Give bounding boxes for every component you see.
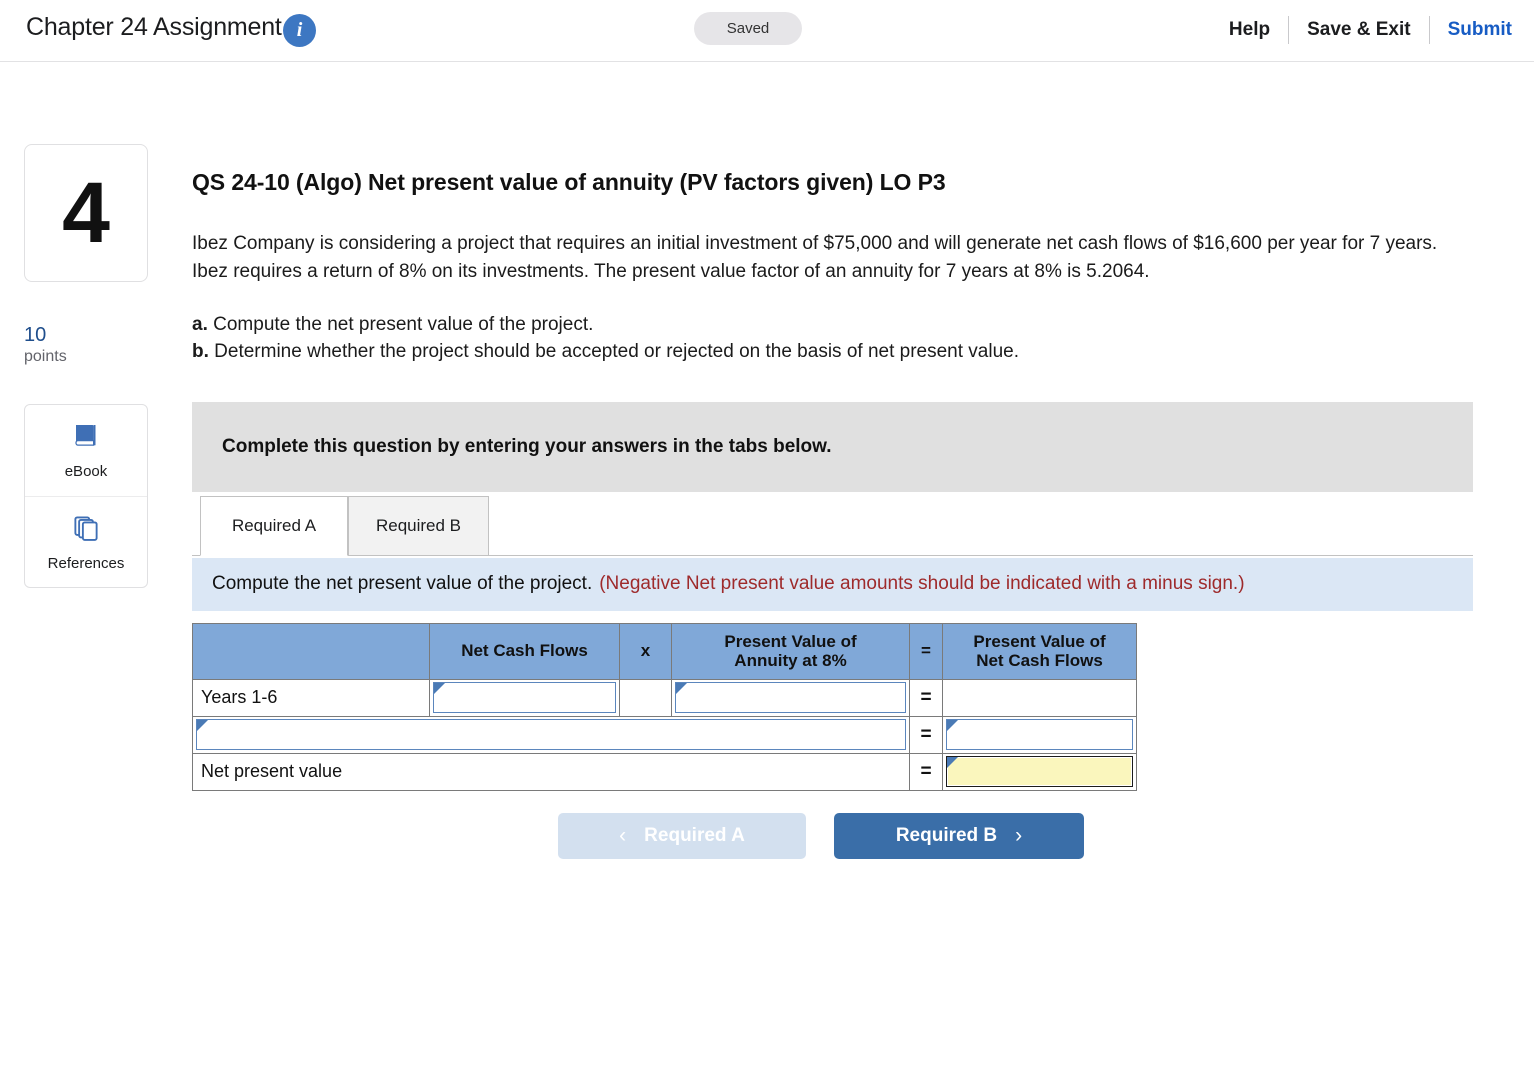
col-header-pv-ncf-line1: Present Value of <box>973 631 1106 651</box>
requirement-prompt-note: (Negative Net present value amounts shou… <box>599 573 1245 595</box>
submit-link[interactable]: Submit <box>1430 14 1512 46</box>
row-label-npv: Net present value <box>192 752 910 791</box>
requirement-nav: ‹ Required A Required B › <box>192 812 1482 859</box>
part-a-label: a. <box>192 313 208 335</box>
question-part-b: b. Determine whether the project should … <box>192 339 1482 366</box>
part-b-label: b. <box>192 340 209 362</box>
col-header-pv-net-cash-flows: Present Value of Net Cash Flows <box>942 622 1137 680</box>
app-header: Chapter 24 Assignment i Saved Help Save … <box>0 0 1534 62</box>
cell-equals-1: = <box>909 678 943 717</box>
col-header-pv-annuity-line2: Annuity at 8% <box>734 651 847 671</box>
table-row: = <box>192 715 1137 754</box>
next-requirement-label: Required B <box>895 824 998 846</box>
references-label: References <box>47 554 125 572</box>
info-icon[interactable]: i <box>283 14 316 47</box>
page-title: Chapter 24 Assignment <box>26 13 282 41</box>
points-value: 10 <box>24 324 47 346</box>
row-label-npv-text: Net present value <box>201 761 343 782</box>
question-body: Ibez Company is considering a project th… <box>192 233 1438 282</box>
col-header-pv-annuity: Present Value of Annuity at 8% <box>671 622 910 680</box>
tab-required-b-label: Required B <box>375 515 462 535</box>
col-header-equals: = <box>909 622 943 680</box>
tab-required-a-label: Required A <box>231 515 317 535</box>
cell-npv-result <box>942 752 1137 791</box>
question-content: QS 24-10 (Algo) Net present value of ann… <box>192 144 1482 859</box>
requirement-tabs: Required A Required B <box>192 495 1482 558</box>
chevron-left-icon: ‹ <box>619 823 627 847</box>
copy-pages-icon <box>71 513 101 548</box>
save-and-exit-link[interactable]: Save & Exit <box>1289 14 1429 46</box>
cell-equals-3: = <box>909 752 943 791</box>
instruction-banner: Complete this question by entering your … <box>192 401 1473 492</box>
requirement-prompt-text: Compute the net present value of the pro… <box>212 573 593 595</box>
prev-requirement-button[interactable]: ‹ Required A <box>558 812 806 859</box>
cell-operator-x <box>619 678 672 717</box>
col-header-multiply: x <box>619 622 672 680</box>
status-badge: Saved <box>694 12 802 45</box>
cell-pv-net-cash-flows-1 <box>942 678 1137 717</box>
ebook-label: eBook <box>64 463 108 480</box>
next-requirement-button[interactable]: Required B › <box>834 812 1084 859</box>
question-title: QS 24-10 (Algo) Net present value of ann… <box>192 169 946 195</box>
cell-pv-net-cash-flows-2 <box>942 715 1137 754</box>
row-label-years-text: Years 1-6 <box>201 687 278 708</box>
question-number: 4 <box>62 165 110 261</box>
col-header-pv-annuity-line1: Present Value of <box>724 631 857 651</box>
answer-table: Net Cash Flows x Present Value of Annuit… <box>192 622 1137 791</box>
question-part-a: a. Compute the net present value of the … <box>192 312 1482 339</box>
part-a-text: Compute the net present value of the pro… <box>207 313 594 335</box>
book-icon <box>71 421 101 456</box>
references-button[interactable]: References <box>25 496 147 587</box>
cell-wide-label-input <box>192 715 910 754</box>
table-row: Net present value = <box>192 752 1137 791</box>
question-rail: 4 10 points eBook References <box>24 144 148 588</box>
input-pv-annuity[interactable] <box>675 682 906 714</box>
prev-requirement-label: Required A <box>644 824 745 846</box>
input-row2-pv-ncf[interactable] <box>946 719 1133 751</box>
col-header-pv-ncf-line2: Net Cash Flows <box>976 651 1103 671</box>
question-parts: a. Compute the net present value of the … <box>192 312 1482 366</box>
input-row2-label[interactable] <box>196 719 906 751</box>
col-header-blank <box>192 622 430 680</box>
header-actions: Help Save & Exit Submit <box>1211 14 1512 46</box>
chevron-right-icon: › <box>1015 823 1023 847</box>
cell-equals-2: = <box>909 715 943 754</box>
question-number-box: 4 <box>24 144 148 282</box>
table-header-row: Net Cash Flows x Present Value of Annuit… <box>192 622 1137 680</box>
resource-toolbox: eBook References <box>24 404 148 588</box>
table-row: Years 1-6 = <box>192 678 1137 717</box>
input-net-cash-flows[interactable] <box>433 682 616 714</box>
row-label-years: Years 1-6 <box>192 678 430 717</box>
tab-required-a[interactable]: Required A <box>200 495 348 556</box>
tab-required-b[interactable]: Required B <box>348 495 489 556</box>
points-label: points <box>24 348 67 365</box>
help-link[interactable]: Help <box>1211 14 1288 46</box>
answer-table-wrap: Net Cash Flows x Present Value of Annuit… <box>192 622 1137 791</box>
part-b-text: Determine whether the project should be … <box>208 340 1019 362</box>
tab-underline <box>192 554 1473 556</box>
cell-net-cash-flows <box>429 678 620 717</box>
input-npv-result[interactable] <box>946 756 1133 788</box>
cell-pv-annuity <box>671 678 910 717</box>
col-header-net-cash-flows: Net Cash Flows <box>429 622 620 680</box>
instruction-banner-text: Complete this question by entering your … <box>222 435 832 457</box>
requirement-prompt: Compute the net present value of the pro… <box>192 557 1473 611</box>
ebook-button[interactable]: eBook <box>25 405 147 496</box>
